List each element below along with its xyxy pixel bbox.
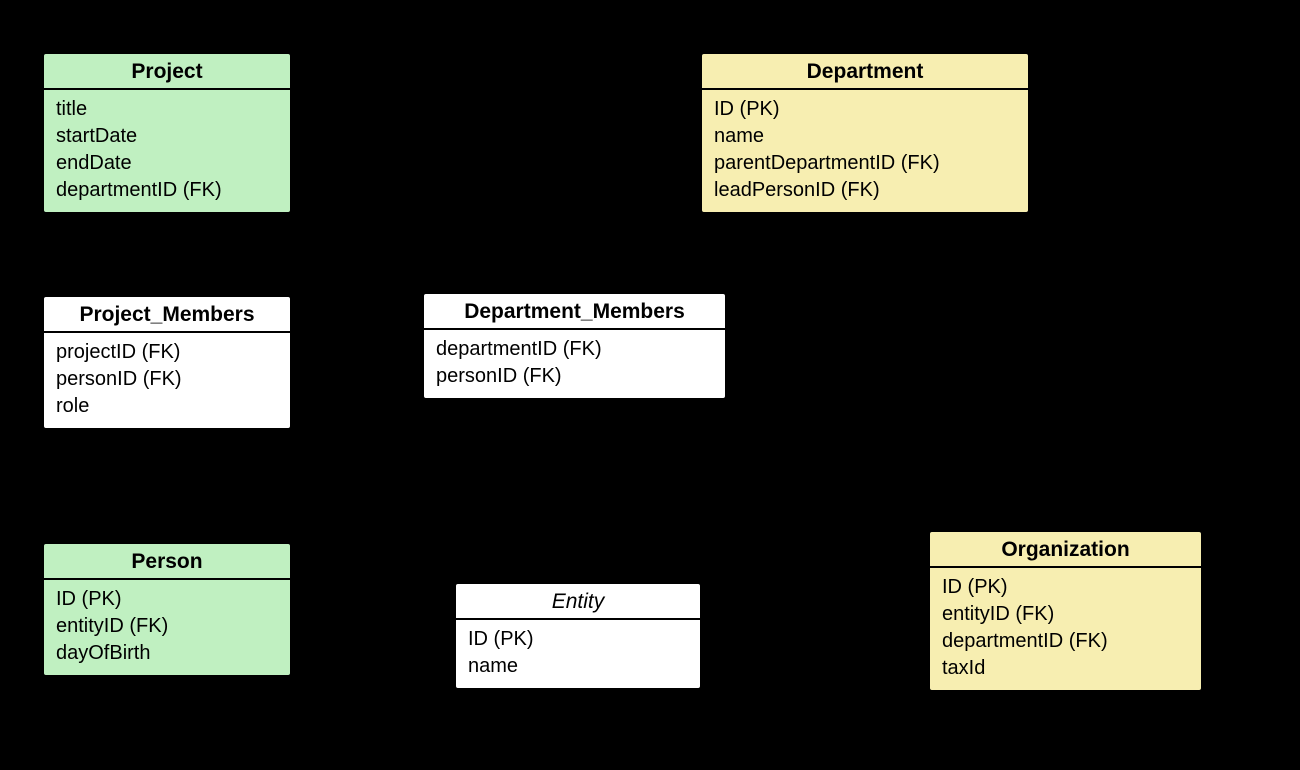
entity-project-members-body: projectID (FK) personID (FK) role	[44, 333, 290, 428]
attr: role	[56, 393, 278, 420]
entity-department-members-title: Department_Members	[424, 294, 725, 330]
entity-person: Person ID (PK) entityID (FK) dayOfBirth	[42, 542, 292, 677]
entity-project-members: Project_Members projectID (FK) personID …	[42, 295, 292, 430]
entity-organization: Organization ID (PK) entityID (FK) depar…	[928, 530, 1203, 692]
entity-department-members: Department_Members departmentID (FK) per…	[422, 292, 727, 400]
entity-department-members-body: departmentID (FK) personID (FK)	[424, 330, 725, 398]
attr: departmentID (FK)	[56, 177, 278, 204]
attr: taxId	[942, 655, 1189, 682]
attr: personID (FK)	[56, 366, 278, 393]
attr: departmentID (FK)	[942, 628, 1189, 655]
er-diagram-canvas: Project title startDate endDate departme…	[0, 0, 1300, 770]
entity-organization-body: ID (PK) entityID (FK) departmentID (FK) …	[930, 568, 1201, 690]
attr: personID (FK)	[436, 363, 713, 390]
attr: ID (PK)	[714, 96, 1016, 123]
attr: entityID (FK)	[56, 613, 278, 640]
entity-project-members-title: Project_Members	[44, 297, 290, 333]
entity-department: Department ID (PK) name parentDepartment…	[700, 52, 1030, 214]
entity-entity-title: Entity	[456, 584, 700, 620]
entity-organization-title: Organization	[930, 532, 1201, 568]
entity-entity-body: ID (PK) name	[456, 620, 700, 688]
attr: ID (PK)	[942, 574, 1189, 601]
entity-project: Project title startDate endDate departme…	[42, 52, 292, 214]
entity-person-body: ID (PK) entityID (FK) dayOfBirth	[44, 580, 290, 675]
attr: endDate	[56, 150, 278, 177]
entity-department-body: ID (PK) name parentDepartmentID (FK) lea…	[702, 90, 1028, 212]
attr: name	[714, 123, 1016, 150]
attr: title	[56, 96, 278, 123]
attr: entityID (FK)	[942, 601, 1189, 628]
entity-department-title: Department	[702, 54, 1028, 90]
attr: dayOfBirth	[56, 640, 278, 667]
attr: name	[468, 653, 688, 680]
entity-project-body: title startDate endDate departmentID (FK…	[44, 90, 290, 212]
entity-project-title: Project	[44, 54, 290, 90]
attr: departmentID (FK)	[436, 336, 713, 363]
attr: parentDepartmentID (FK)	[714, 150, 1016, 177]
entity-person-title: Person	[44, 544, 290, 580]
attr: projectID (FK)	[56, 339, 278, 366]
entity-entity: Entity ID (PK) name	[454, 582, 702, 690]
attr: leadPersonID (FK)	[714, 177, 1016, 204]
attr: ID (PK)	[468, 626, 688, 653]
attr: startDate	[56, 123, 278, 150]
attr: ID (PK)	[56, 586, 278, 613]
